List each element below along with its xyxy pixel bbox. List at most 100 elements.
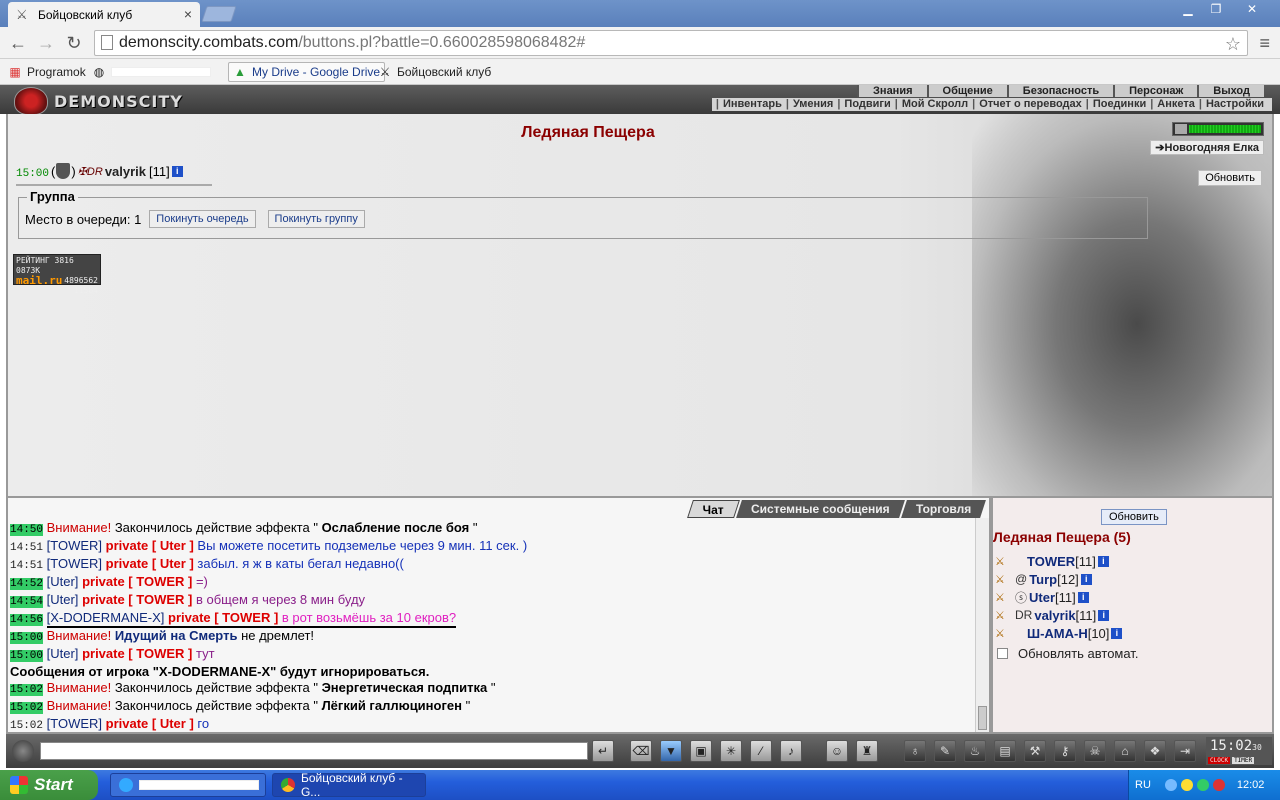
attack-swords-icon[interactable]: ⚔: [995, 627, 1015, 640]
info-icon[interactable]: i: [1111, 627, 1123, 639]
attack-swords-icon[interactable]: ⚔: [995, 573, 1015, 586]
player-name[interactable]: Turp: [1029, 572, 1057, 587]
scroll-icon[interactable]: ✎: [934, 740, 956, 762]
save-icon[interactable]: ▣: [690, 740, 712, 762]
info-icon[interactable]: i: [1098, 609, 1110, 621]
taskbar-item-ie[interactable]: [110, 773, 266, 797]
split-icon[interactable]: ⁄: [750, 740, 772, 762]
submenu-transfers[interactable]: Отчет о переводах: [975, 98, 1086, 111]
chest-icon[interactable]: ▤: [994, 740, 1016, 762]
potion-icon[interactable]: ♁: [904, 740, 926, 762]
message-part[interactable]: [TOWER]: [47, 716, 102, 731]
clock-tab[interactable]: CLOCK: [1208, 757, 1231, 764]
game-logo[interactable]: DEMONSCITY: [14, 87, 183, 115]
menu-exit[interactable]: Выход: [1197, 85, 1264, 97]
network-icon[interactable]: [1180, 779, 1193, 791]
auto-refresh-checkbox[interactable]: [997, 648, 1008, 659]
fighter-icon[interactable]: ✳: [720, 740, 742, 762]
submenu-scroll[interactable]: Мой Скролл: [898, 98, 972, 111]
bookmark-combats[interactable]: ⚔ Бойцовский клуб: [378, 62, 492, 82]
bookmark-google-drive[interactable]: ▲ My Drive - Google Drive: [228, 62, 386, 82]
bottle-icon[interactable]: ♨: [964, 740, 986, 762]
leave-queue-button[interactable]: Покинуть очередь: [149, 210, 256, 228]
smiley-menu-icon[interactable]: [12, 740, 34, 762]
tab-chat[interactable]: Чат: [687, 500, 741, 518]
submenu-inventory[interactable]: Инвентарь: [719, 98, 786, 111]
player-name[interactable]: TOWER: [1027, 554, 1075, 569]
bookmark-blurred[interactable]: ◍: [92, 62, 211, 82]
info-icon[interactable]: i: [1077, 591, 1089, 603]
submenu-settings[interactable]: Настройки: [1202, 98, 1268, 111]
language-indicator[interactable]: RU: [1135, 779, 1151, 791]
menu-communication[interactable]: Общение: [926, 85, 1007, 97]
minimize-icon[interactable]: ▁: [1174, 0, 1202, 18]
antivirus-icon[interactable]: [1212, 779, 1225, 791]
message-part[interactable]: [Uter]: [47, 646, 79, 661]
reload-icon[interactable]: ↻: [64, 33, 84, 53]
refresh-list-button[interactable]: Обновить: [1101, 509, 1167, 525]
submenu-feats[interactable]: Подвиги: [840, 98, 894, 111]
gem-icon[interactable]: ❖: [1144, 740, 1166, 762]
forward-arrow-icon[interactable]: →: [36, 33, 56, 53]
info-icon[interactable]: i: [1080, 573, 1092, 585]
maximize-icon[interactable]: ❐: [1202, 0, 1230, 18]
skype-icon[interactable]: [1196, 779, 1209, 791]
clan-emblem[interactable]: ✠DR: [78, 165, 103, 178]
chat-input[interactable]: [40, 742, 588, 760]
message-part[interactable]: [X-DODERMANE-X]: [47, 610, 165, 625]
message-part[interactable]: [Uter]: [47, 592, 79, 607]
message-part[interactable]: [TOWER]: [47, 556, 102, 571]
message-part[interactable]: [Uter]: [47, 574, 79, 589]
bookmark-programok[interactable]: ▦ Programok: [8, 62, 85, 82]
timer-tab[interactable]: TIMER: [1232, 757, 1255, 764]
attack-swords-icon[interactable]: ⚔: [995, 591, 1015, 604]
player-name[interactable]: Uter: [1029, 590, 1055, 605]
lock-icon[interactable]: ⌂: [1114, 740, 1136, 762]
browser-tab[interactable]: ⚔ Бойцовский клуб ×: [8, 2, 200, 27]
location-title: Ледяная Пещера: [521, 124, 655, 141]
menu-knowledge[interactable]: Знания: [857, 85, 926, 97]
message-part[interactable]: [TOWER]: [47, 538, 102, 553]
sound-icon[interactable]: ♪: [780, 740, 802, 762]
exit-icon[interactable]: ⇥: [1174, 740, 1196, 762]
attack-swords-icon[interactable]: ⚔: [995, 609, 1015, 622]
menu-character[interactable]: Персонаж: [1113, 85, 1197, 97]
submenu-duels[interactable]: Поединки: [1089, 98, 1150, 111]
mailru-rating-counter[interactable]: РЕЙТИНГ 3816 0873K mail.ru 4896562 11584: [13, 254, 101, 295]
smiley-icon[interactable]: ☺: [826, 740, 848, 762]
back-arrow-icon[interactable]: ←: [8, 33, 28, 53]
key-icon[interactable]: ⚷: [1054, 740, 1076, 762]
attack-swords-icon[interactable]: ⚔: [995, 555, 1015, 568]
scroll-thumb[interactable]: [978, 706, 987, 730]
filter-icon[interactable]: ▼: [660, 740, 682, 762]
submenu-skills[interactable]: Умения: [789, 98, 837, 111]
submenu-profile[interactable]: Анкета: [1153, 98, 1199, 111]
new-year-tree-link[interactable]: ➔Новогодняя Елка: [1150, 140, 1264, 155]
star-icon[interactable]: ☆: [1225, 32, 1241, 56]
message-part[interactable]: Идущий на Смерть: [115, 628, 238, 643]
arrow-tray-icon[interactable]: [1164, 779, 1177, 791]
eraser-icon[interactable]: ⌫: [630, 740, 652, 762]
skull-icon[interactable]: ☠: [1084, 740, 1106, 762]
start-button[interactable]: Start: [0, 770, 98, 800]
chat-scrollbar[interactable]: [975, 518, 989, 732]
close-tab-icon[interactable]: ×: [184, 6, 192, 22]
info-icon[interactable]: i: [1097, 555, 1109, 567]
send-icon[interactable]: ↵: [592, 740, 614, 762]
player-name[interactable]: valyrik: [1034, 608, 1075, 623]
player-name[interactable]: Ш-АМА-Н: [1027, 626, 1088, 641]
helmet-icon[interactable]: ♜: [856, 740, 878, 762]
menu-security[interactable]: Безопасность: [1006, 85, 1113, 97]
info-icon[interactable]: i: [171, 165, 183, 177]
tab-system-messages[interactable]: Системные сообщения: [736, 500, 905, 518]
refresh-button[interactable]: Обновить: [1198, 170, 1262, 186]
close-window-icon[interactable]: ✕: [1230, 0, 1274, 18]
player-name[interactable]: valyrik: [105, 164, 146, 179]
new-tab-button[interactable]: [201, 6, 237, 22]
tool-icon[interactable]: ⚒: [1024, 740, 1046, 762]
taskbar-item-chrome[interactable]: Бойцовский клуб - G...: [272, 771, 426, 799]
address-bar[interactable]: demonscity.combats.com/buttons.pl?battle…: [94, 30, 1248, 56]
leave-group-button[interactable]: Покинуть группу: [267, 210, 365, 228]
tab-trade[interactable]: Торговля: [900, 500, 986, 518]
menu-icon[interactable]: ≡: [1259, 33, 1270, 54]
